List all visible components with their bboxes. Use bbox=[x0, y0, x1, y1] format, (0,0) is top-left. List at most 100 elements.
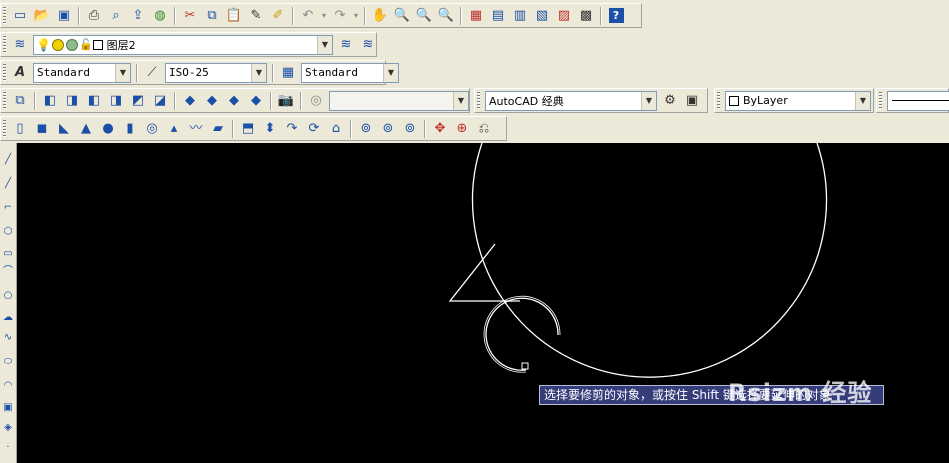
tool-palettes-icon[interactable]: ▥ bbox=[510, 6, 530, 26]
point-icon[interactable]: · bbox=[2, 441, 14, 455]
preview-icon[interactable]: ⌕ bbox=[106, 6, 126, 26]
intersect-icon[interactable]: ⊚ bbox=[400, 119, 420, 139]
torus-icon[interactable]: ◎ bbox=[142, 119, 162, 139]
workspace-save-icon[interactable]: ▣ bbox=[682, 91, 702, 111]
block-editor-icon[interactable]: ✐ bbox=[268, 6, 288, 26]
layer-combo[interactable]: 💡 🔓 图层2 ▼ bbox=[33, 34, 333, 55]
design-center-icon[interactable]: ▤ bbox=[488, 6, 508, 26]
extrude-icon[interactable]: ⬒ bbox=[238, 119, 258, 139]
polysolid-icon[interactable]: ▯ bbox=[10, 119, 30, 139]
calculator-icon[interactable]: ▩ bbox=[576, 6, 596, 26]
spline-icon[interactable]: ∿ bbox=[2, 331, 14, 345]
revolve-icon[interactable]: ⟳ bbox=[304, 119, 324, 139]
redo-icon[interactable]: ↷ bbox=[330, 6, 350, 26]
properties-icon[interactable]: ▦ bbox=[466, 6, 486, 26]
workspace-dropdown-arrow[interactable]: ▼ bbox=[641, 91, 656, 110]
table-style-icon[interactable]: ▦ bbox=[278, 63, 298, 83]
save-icon[interactable]: ▣ bbox=[54, 6, 74, 26]
subtract-icon[interactable]: ⊚ bbox=[378, 119, 398, 139]
left-view-icon[interactable]: ◧ bbox=[84, 91, 104, 111]
zoom-realtime-icon[interactable]: 🔍 bbox=[392, 6, 412, 26]
linetype-combo[interactable] bbox=[887, 90, 949, 111]
text-style-combo[interactable]: Standard ▼ bbox=[33, 62, 131, 83]
view-restore-icon[interactable]: ◎ bbox=[306, 91, 326, 111]
layer-manager-icon[interactable]: ≋ bbox=[10, 35, 30, 55]
arc-icon[interactable]: ⌒ bbox=[2, 265, 14, 279]
sheet-set-icon[interactable]: ▧ bbox=[532, 6, 552, 26]
sweep-icon[interactable]: ↷ bbox=[282, 119, 302, 139]
color-combo[interactable]: ByLayer ▼ bbox=[725, 90, 871, 111]
pyramid-icon[interactable]: ▴ bbox=[164, 119, 184, 139]
table-style-dropdown-arrow[interactable]: ▼ bbox=[383, 63, 398, 82]
color-dropdown-arrow[interactable]: ▼ bbox=[855, 91, 870, 110]
cylinder-icon[interactable]: ▮ bbox=[120, 119, 140, 139]
ellipse-arc-icon[interactable]: ◠ bbox=[2, 379, 14, 393]
polygon-icon[interactable]: ⬡ bbox=[2, 225, 14, 239]
cut-icon[interactable]: ✂ bbox=[180, 6, 200, 26]
make-block-icon[interactable]: ◈ bbox=[2, 421, 14, 435]
box-icon[interactable]: ◼ bbox=[32, 119, 52, 139]
zoom-previous-icon[interactable]: 🔍 bbox=[436, 6, 456, 26]
redo-dropdown-icon[interactable]: ▾ bbox=[352, 6, 360, 26]
dim-style-icon[interactable]: ⟋ bbox=[142, 63, 162, 83]
loft-icon[interactable]: ⌂ bbox=[326, 119, 346, 139]
markup-icon[interactable]: ▨ bbox=[554, 6, 574, 26]
3d-align-icon[interactable]: ⎌ bbox=[474, 119, 494, 139]
nw-iso-icon[interactable]: ◆ bbox=[246, 91, 266, 111]
presspull-icon[interactable]: ⬍ bbox=[260, 119, 280, 139]
construction-line-icon[interactable]: ╱ bbox=[2, 177, 14, 191]
undo-dropdown-icon[interactable]: ▾ bbox=[320, 6, 328, 26]
text-style-icon[interactable]: A bbox=[10, 63, 30, 83]
insert-block-icon[interactable]: ▣ bbox=[2, 401, 14, 415]
new-icon[interactable]: ▭ bbox=[10, 6, 30, 26]
back-view-icon[interactable]: ◪ bbox=[150, 91, 170, 111]
right-view-icon[interactable]: ◨ bbox=[106, 91, 126, 111]
print-icon[interactable]: ⎙ bbox=[84, 6, 104, 26]
workspace-combo[interactable]: AutoCAD 经典 ▼ bbox=[485, 90, 657, 111]
wedge-icon[interactable]: ◣ bbox=[54, 119, 74, 139]
view-dropdown-arrow[interactable]: ▼ bbox=[453, 91, 468, 110]
drawing-canvas[interactable] bbox=[17, 143, 949, 463]
text-style-dropdown-arrow[interactable]: ▼ bbox=[115, 63, 130, 82]
publish-icon[interactable]: ⇪ bbox=[128, 6, 148, 26]
copy-icon[interactable]: ⧉ bbox=[202, 6, 222, 26]
sphere-icon[interactable]: ● bbox=[98, 119, 118, 139]
layer-dropdown-arrow[interactable]: ▼ bbox=[317, 35, 332, 54]
3d-rotate-icon[interactable]: ⊕ bbox=[452, 119, 472, 139]
3d-publish-icon[interactable]: ◍ bbox=[150, 6, 170, 26]
polyline-icon[interactable]: ⌐ bbox=[2, 201, 14, 215]
match-properties-icon[interactable]: ✎ bbox=[246, 6, 266, 26]
3d-move-icon[interactable]: ✥ bbox=[430, 119, 450, 139]
dim-style-dropdown-arrow[interactable]: ▼ bbox=[251, 63, 266, 82]
undo-icon[interactable]: ↶ bbox=[298, 6, 318, 26]
pan-icon[interactable]: ✋ bbox=[370, 6, 390, 26]
table-style-combo[interactable]: Standard ▼ bbox=[301, 62, 399, 83]
helix-icon[interactable]: 〰 bbox=[186, 119, 206, 139]
ellipse-icon[interactable]: ⬭ bbox=[2, 355, 14, 369]
circle-icon[interactable]: ○ bbox=[2, 289, 14, 303]
open-icon[interactable]: 📂 bbox=[32, 6, 52, 26]
planar-surface-icon[interactable]: ▰ bbox=[208, 119, 228, 139]
trimmed-small-circle-inner bbox=[483, 295, 561, 373]
layer-previous-icon[interactable]: ≋ bbox=[358, 35, 378, 55]
dim-style-combo[interactable]: ISO-25 ▼ bbox=[165, 62, 267, 83]
line-icon[interactable]: ╱ bbox=[2, 153, 14, 167]
top-view-icon[interactable]: ◧ bbox=[40, 91, 60, 111]
zoom-window-icon[interactable]: 🔍 bbox=[414, 6, 434, 26]
paste-icon[interactable]: 📋 bbox=[224, 6, 244, 26]
sw-iso-icon[interactable]: ◆ bbox=[180, 91, 200, 111]
make-current-layer-icon[interactable]: ≋ bbox=[336, 35, 356, 55]
se-iso-icon[interactable]: ◆ bbox=[202, 91, 222, 111]
help-icon[interactable]: ? bbox=[606, 6, 626, 26]
named-views-icon[interactable]: ⧉ bbox=[10, 91, 30, 111]
bottom-view-icon[interactable]: ◨ bbox=[62, 91, 82, 111]
union-icon[interactable]: ⊚ bbox=[356, 119, 376, 139]
cone-icon[interactable]: ▲ bbox=[76, 119, 96, 139]
ne-iso-icon[interactable]: ◆ bbox=[224, 91, 244, 111]
rectangle-icon[interactable]: ▭ bbox=[2, 247, 14, 261]
workspace-settings-icon[interactable]: ⚙ bbox=[660, 91, 680, 111]
view-combo[interactable]: ▼ bbox=[329, 90, 469, 111]
front-view-icon[interactable]: ◩ bbox=[128, 91, 148, 111]
revcloud-icon[interactable]: ☁ bbox=[2, 311, 14, 325]
camera-icon[interactable]: 📷 bbox=[276, 91, 296, 111]
